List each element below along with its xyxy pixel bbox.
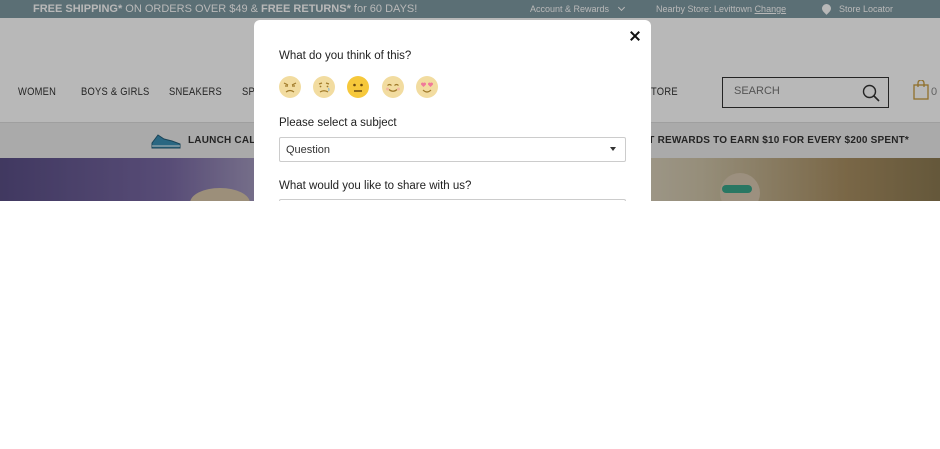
subject-select-value: Question xyxy=(286,144,331,156)
neutral-face-icon[interactable] xyxy=(346,75,370,99)
close-icon[interactable] xyxy=(629,30,641,42)
rating-question: What do you think of this? xyxy=(279,50,412,62)
feedback-modal: What do you think of this? Please select… xyxy=(254,20,651,201)
angry-face-icon[interactable] xyxy=(278,75,302,99)
feedback-textarea[interactable] xyxy=(279,199,626,201)
sad-face-icon[interactable] xyxy=(312,75,336,99)
smiling-face-icon[interactable] xyxy=(381,75,405,99)
subject-label: Please select a subject xyxy=(279,117,397,129)
share-label: What would you like to share with us? xyxy=(279,180,472,192)
subject-select[interactable]: Question xyxy=(279,137,626,162)
caret-down-icon xyxy=(610,147,616,151)
heart-eyes-face-icon[interactable] xyxy=(415,75,439,99)
